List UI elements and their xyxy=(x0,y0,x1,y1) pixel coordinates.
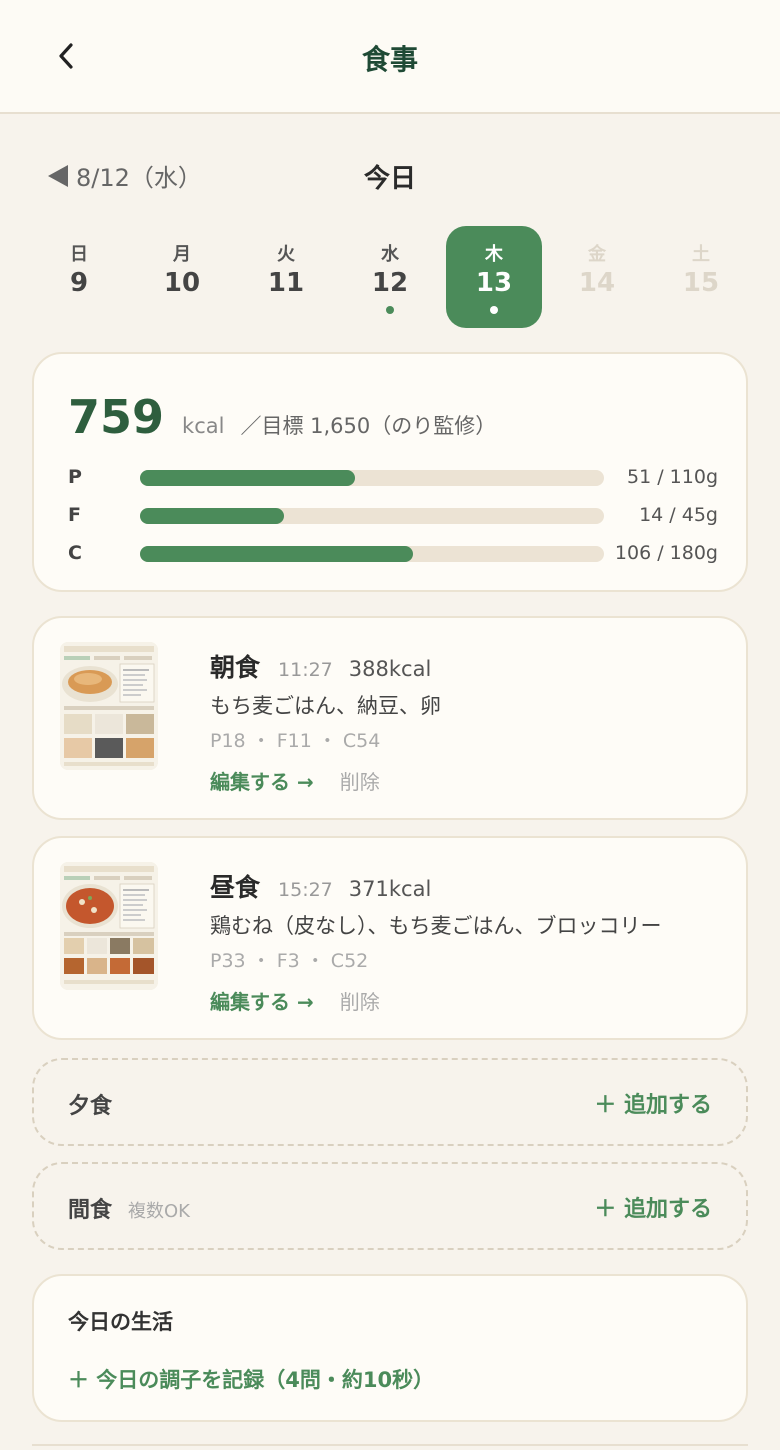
day-number: 9 xyxy=(69,268,89,298)
slot-label-row: 夕食 xyxy=(68,1088,112,1120)
app-header: 食事 xyxy=(0,0,780,114)
meal-foods: もち麦ごはん、納豆、卵 xyxy=(210,694,441,718)
day-sat: 土 15 xyxy=(653,226,749,328)
page-title: 食事 xyxy=(361,43,418,76)
macro-row-carbs: C 106 / 180g xyxy=(68,542,718,566)
calorie-total: 759 xyxy=(68,390,165,444)
macro-label: F xyxy=(68,504,81,526)
meal-photo xyxy=(60,862,158,990)
day-of-week: 金 xyxy=(588,244,606,265)
delete-meal-button[interactable]: 削除 xyxy=(340,986,380,1015)
meal-calories: 371kcal xyxy=(348,877,432,901)
record-dot-icon xyxy=(490,306,498,314)
meal-pfc: P33 ・ F3 ・ C52 xyxy=(210,950,369,972)
meal-title-row: 昼食 15:27 371kcal xyxy=(210,868,431,904)
day-fri: 金 14 xyxy=(549,226,645,328)
record-dot-icon xyxy=(386,306,394,314)
meal-time: 15:27 xyxy=(278,879,333,901)
meal-pfc: P18 ・ F11 ・ C54 xyxy=(210,730,381,752)
day-of-week: 日 xyxy=(70,244,88,265)
meal-title-row: 朝食 11:27 388kcal xyxy=(210,648,431,684)
day-number: 11 xyxy=(267,268,305,298)
macro-label: P xyxy=(68,466,82,488)
calorie-unit: kcal xyxy=(182,414,225,438)
date-navigation: 8/12（水） 今日 xyxy=(0,152,780,196)
record-condition-button[interactable]: ＋ 今日の調子を記録（4問・約10秒） xyxy=(68,1364,434,1394)
meal-actions: 編集する → 削除 xyxy=(210,766,380,795)
slot-label-row: 間食 複数OK xyxy=(68,1192,190,1224)
day-thu-selected[interactable]: 木 13 xyxy=(446,226,542,328)
calorie-summary-card: 759 kcal ／目標 1,650（のり監修） P 51 / 110g F 1… xyxy=(32,352,748,592)
life-card-title: 今日の生活 xyxy=(68,1310,173,1334)
day-of-week: 土 xyxy=(692,244,710,265)
calorie-goal: ／目標 1,650（のり監修） xyxy=(240,414,497,438)
edit-meal-button[interactable]: 編集する → xyxy=(210,986,314,1015)
slot-note: 複数OK xyxy=(128,1201,190,1222)
progress-track xyxy=(140,470,604,486)
meal-name: 昼食 xyxy=(210,873,261,902)
day-of-week: 水 xyxy=(381,244,399,265)
day-mon[interactable]: 月 10 xyxy=(134,226,230,328)
daily-life-card: 今日の生活 ＋ 今日の調子を記録（4問・約10秒） xyxy=(32,1274,748,1422)
day-number: 15 xyxy=(682,268,720,298)
day-number: 10 xyxy=(163,268,201,298)
delete-meal-button[interactable]: 削除 xyxy=(340,766,380,795)
slot-name: 夕食 xyxy=(68,1094,113,1119)
meal-card-breakfast[interactable]: 朝食 11:27 388kcal もち麦ごはん、納豆、卵 P18 ・ F11 ・… xyxy=(32,616,748,820)
meal-time: 11:27 xyxy=(278,659,333,681)
progress-track xyxy=(140,508,604,524)
day-of-week: 火 xyxy=(277,244,295,265)
calorie-row: 759 kcal ／目標 1,650（のり監修） xyxy=(68,390,496,444)
day-sun[interactable]: 日 9 xyxy=(31,226,127,328)
week-strip: 日 9 月 10 火 11 水 12 木 13 金 14 土 15 xyxy=(28,226,752,328)
meal-name: 朝食 xyxy=(210,653,261,682)
day-wed[interactable]: 水 12 xyxy=(342,226,438,328)
macro-value: 106 / 180g xyxy=(614,542,718,564)
meal-slot-snack: 間食 複数OK ＋ 追加する xyxy=(32,1162,748,1250)
macro-value: 51 / 110g xyxy=(627,466,718,488)
day-tue[interactable]: 火 11 xyxy=(238,226,334,328)
divider xyxy=(32,1444,748,1446)
day-of-week: 木 xyxy=(485,244,503,265)
add-snack-button[interactable]: ＋ 追加する xyxy=(594,1191,712,1223)
progress-fill xyxy=(140,546,414,562)
meal-calories: 388kcal xyxy=(348,657,432,681)
meal-foods: 鶏むね（皮なし）、もち麦ごはん、ブロッコリー xyxy=(210,914,662,938)
edit-meal-button[interactable]: 編集する → xyxy=(210,766,314,795)
meal-actions: 編集する → 削除 xyxy=(210,986,380,1015)
add-dinner-button[interactable]: ＋ 追加する xyxy=(594,1087,712,1119)
day-number: 14 xyxy=(578,268,616,298)
meal-card-lunch[interactable]: 昼食 15:27 371kcal 鶏むね（皮なし）、もち麦ごはん、ブロッコリー … xyxy=(32,836,748,1040)
macro-label: C xyxy=(68,542,82,564)
current-day-label: 今日 xyxy=(363,164,416,194)
macro-row-fat: F 14 / 45g xyxy=(68,504,718,528)
slot-name: 間食 xyxy=(68,1198,113,1223)
day-number: 12 xyxy=(371,268,409,298)
day-of-week: 月 xyxy=(173,244,191,265)
macro-value: 14 / 45g xyxy=(639,504,718,526)
progress-fill xyxy=(140,508,285,524)
meal-slot-dinner: 夕食 ＋ 追加する xyxy=(32,1058,748,1146)
day-number: 13 xyxy=(475,268,513,298)
meal-photo xyxy=(60,642,158,770)
macro-row-protein: P 51 / 110g xyxy=(68,466,718,490)
progress-track xyxy=(140,546,604,562)
progress-fill xyxy=(140,470,356,486)
